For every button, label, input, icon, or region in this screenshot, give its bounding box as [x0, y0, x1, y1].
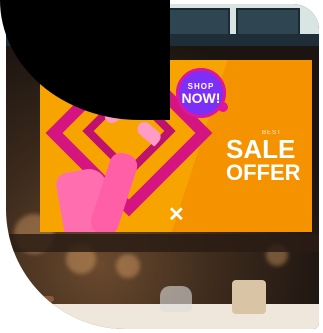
- sale-offer-text: BEST SALE OFFER: [226, 130, 312, 184]
- window-sill: [6, 234, 319, 252]
- bicycle-seat: [12, 296, 54, 302]
- shop-now-badge: SHOP NOW!: [176, 68, 226, 118]
- paper-bag: [232, 280, 266, 314]
- bokeh-light: [116, 254, 140, 278]
- offer-headline: OFFER: [226, 160, 301, 185]
- sale-kicker: BEST: [262, 130, 282, 136]
- sale-headline: SALE: [226, 134, 296, 164]
- glass-jar: [160, 286, 192, 312]
- badge-main-text: NOW!: [181, 89, 221, 106]
- photo-frame: SHOP NOW! ✕ ✕ BEST SALE OFFER: [0, 0, 323, 333]
- x-decoration-icon: ✕: [168, 204, 185, 226]
